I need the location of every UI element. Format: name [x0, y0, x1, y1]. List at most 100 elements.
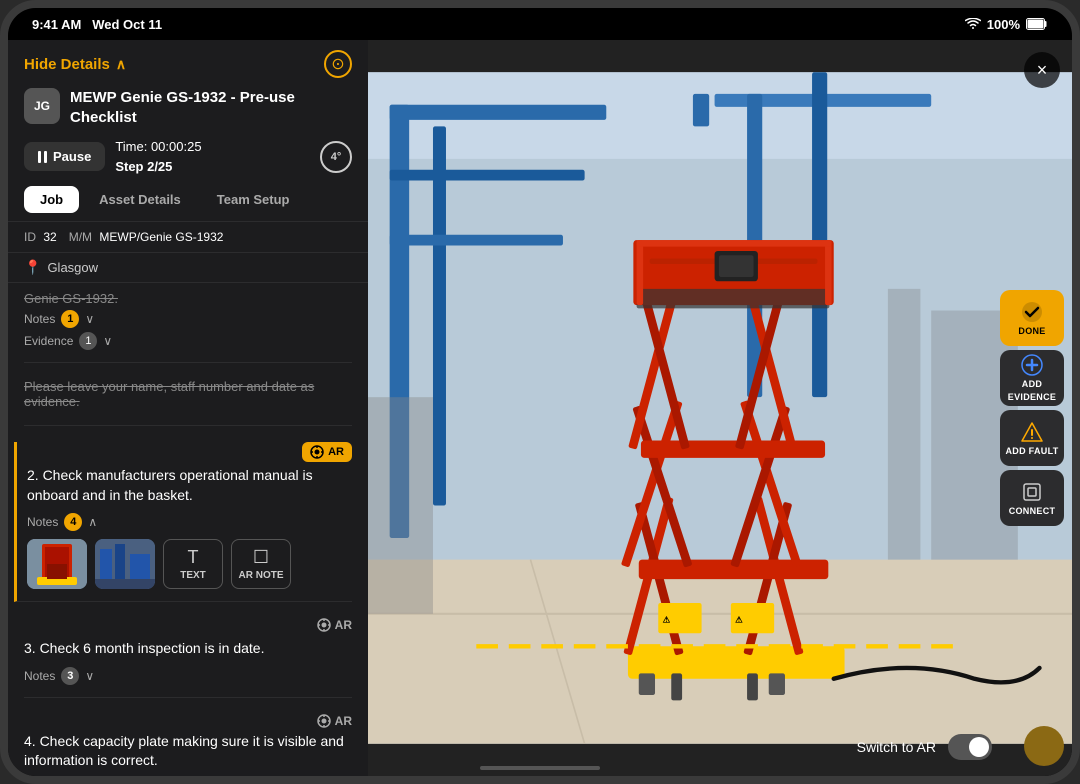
ar-badge-row: AR [27, 442, 352, 462]
done-button[interactable]: DONE [1000, 290, 1064, 346]
ar-indicator-5: AR [317, 714, 352, 728]
hide-details-label: Hide Details [24, 56, 110, 73]
location-row: 📍 Glasgow [8, 253, 368, 283]
camera-view: ⚠ ⚠ [368, 40, 1072, 776]
checklist-item-1: Genie GS-1932. Notes 1 ∨ Evidence 1 ∨ [24, 291, 352, 363]
add-fault-label: ADD FAULT [1005, 446, 1058, 456]
svg-text:⚠: ⚠ [663, 614, 671, 624]
checklist-item-3: AR 2. Check manufacturers operational ma… [14, 442, 352, 602]
notes-count-3: 4 [64, 513, 82, 531]
evidence-label: Evidence [24, 334, 73, 348]
notes-label-3: Notes [27, 515, 58, 529]
ar-text-4: AR [335, 618, 352, 635]
hide-details-button[interactable]: Hide Details ∧ [24, 56, 126, 73]
step-display: Step 2/25 [115, 157, 310, 177]
industrial-scene: ⚠ ⚠ [368, 40, 1072, 776]
chevron-down-icon: ∨ [85, 312, 94, 326]
notes-label: Notes [24, 312, 55, 326]
text-label: TEXT [180, 570, 206, 581]
add-fault-icon [1021, 421, 1043, 443]
checklist-item-5: AR 4. Check capacity plate making sure i… [24, 714, 352, 776]
chevron-up-icon-3: ∧ [88, 515, 97, 529]
thumbnails-row: T TEXT ☐ AR NOTE [27, 539, 352, 589]
tab-job[interactable]: Job [24, 186, 79, 213]
notes-count: 1 [61, 310, 79, 328]
wifi-icon [965, 18, 981, 30]
battery-percent: 100% [987, 17, 1020, 32]
add-ar-note-button[interactable]: ☐ AR NOTE [231, 539, 291, 589]
chevron-down-icon-ev: ∨ [103, 334, 112, 348]
close-button[interactable]: × [1024, 52, 1060, 88]
add-evidence-label-2: EVIDENCE [1008, 392, 1056, 402]
evidence-count: 1 [79, 332, 97, 350]
action-sidebar: DONE ADD EVIDENCE [992, 282, 1072, 534]
job-title: MEWP Genie GS-1932 - Pre-use Checklist [70, 88, 352, 127]
timer-display: Time: 00:00:25 [115, 137, 310, 157]
checklist-item-4: AR 3. Check 6 month inspection is in dat… [24, 618, 352, 698]
thumb-1[interactable] [27, 539, 87, 589]
done-label: DONE [1018, 326, 1045, 336]
panel-header: Hide Details ∧ ⊙ JG MEWP Genie GS-1932 -… [8, 40, 368, 222]
item-3-notes-row: Notes 4 ∧ [27, 513, 352, 531]
checklist-item-2: Please leave your name, staff number and… [24, 379, 352, 426]
timer-info: Time: 00:00:25 Step 2/25 [115, 137, 310, 176]
pause-label: Pause [53, 149, 91, 164]
user-avatar-dot [1024, 726, 1064, 766]
add-text-button[interactable]: T TEXT [163, 539, 223, 589]
connect-label: CONNECT [1009, 506, 1056, 516]
pause-icon [38, 151, 47, 163]
item-4-text: 3. Check 6 month inspection is in date. [24, 639, 352, 659]
meta-mm: M/M MEWP/Genie GS-1932 [69, 230, 224, 244]
notes-count-4: 3 [61, 667, 79, 685]
ar-icon [310, 445, 324, 459]
connect-button[interactable]: CONNECT [1000, 470, 1064, 526]
ar-badge-row-5: AR [24, 714, 352, 728]
more-options-button[interactable]: ⊙ [324, 50, 352, 78]
ar-note-label: AR NOTE [239, 570, 284, 581]
ar-badge: AR [302, 442, 352, 462]
pause-button[interactable]: Pause [24, 142, 105, 171]
home-indicator [480, 766, 600, 770]
tab-team-setup[interactable]: Team Setup [201, 186, 306, 213]
ar-icon-4 [317, 618, 331, 635]
add-evidence-button[interactable]: ADD EVIDENCE [1000, 350, 1064, 406]
location-text: Glasgow [47, 260, 98, 275]
item-4-notes-row: Notes 3 ∨ [24, 667, 352, 685]
thumb-1-image [27, 539, 87, 589]
ar-ring-icon [317, 618, 331, 632]
meta-row: ID 32 M/M MEWP/Genie GS-1932 [8, 222, 368, 253]
status-right: 100% [965, 17, 1048, 32]
main-content: Hide Details ∧ ⊙ JG MEWP Genie GS-1932 -… [8, 40, 1072, 776]
location-icon: 📍 [24, 259, 41, 276]
done-check-icon [1021, 301, 1043, 323]
notes-label-4: Notes [24, 669, 55, 683]
item-5-text: 4. Check capacity plate making sure it i… [24, 732, 352, 771]
tab-row: Job Asset Details Team Setup [24, 186, 352, 213]
thumb-2-image [95, 539, 155, 589]
tab-asset-details[interactable]: Asset Details [83, 186, 197, 213]
status-bar: 9:41 AM Wed Oct 11 100% [8, 8, 1072, 40]
thumb-2[interactable] [95, 539, 155, 589]
meta-id: ID 32 [24, 230, 57, 244]
item-2-text: Please leave your name, staff number and… [24, 379, 352, 409]
item-1-notes-row: Notes 1 ∨ [24, 310, 352, 328]
tablet-frame: 9:41 AM Wed Oct 11 100% Hid [0, 0, 1080, 784]
ar-text-5: AR [335, 714, 352, 728]
add-fault-button[interactable]: ADD FAULT [1000, 410, 1064, 466]
timer-row: Pause Time: 00:00:25 Step 2/25 4° [24, 137, 352, 176]
step-badge: 4° [320, 141, 352, 173]
chevron-up-icon: ∧ [116, 56, 126, 73]
battery-icon [1026, 18, 1048, 30]
checklist-area[interactable]: Genie GS-1932. Notes 1 ∨ Evidence 1 ∨ Pl… [8, 283, 368, 776]
ar-ring-icon-5 [317, 714, 331, 728]
connect-icon [1021, 481, 1043, 503]
left-panel: Hide Details ∧ ⊙ JG MEWP Genie GS-1932 -… [8, 40, 368, 776]
switch-to-ar-button[interactable] [948, 734, 992, 760]
right-panel: × [368, 40, 1072, 776]
avatar: JG [24, 88, 60, 124]
job-title-row: JG MEWP Genie GS-1932 - Pre-use Checklis… [24, 88, 352, 127]
switch-to-ar-label: Switch to AR [857, 739, 936, 755]
more-icon: ⊙ [331, 54, 344, 74]
chevron-4: ∨ [85, 669, 94, 683]
item-3-text: 2. Check manufacturers operational manua… [27, 466, 352, 505]
